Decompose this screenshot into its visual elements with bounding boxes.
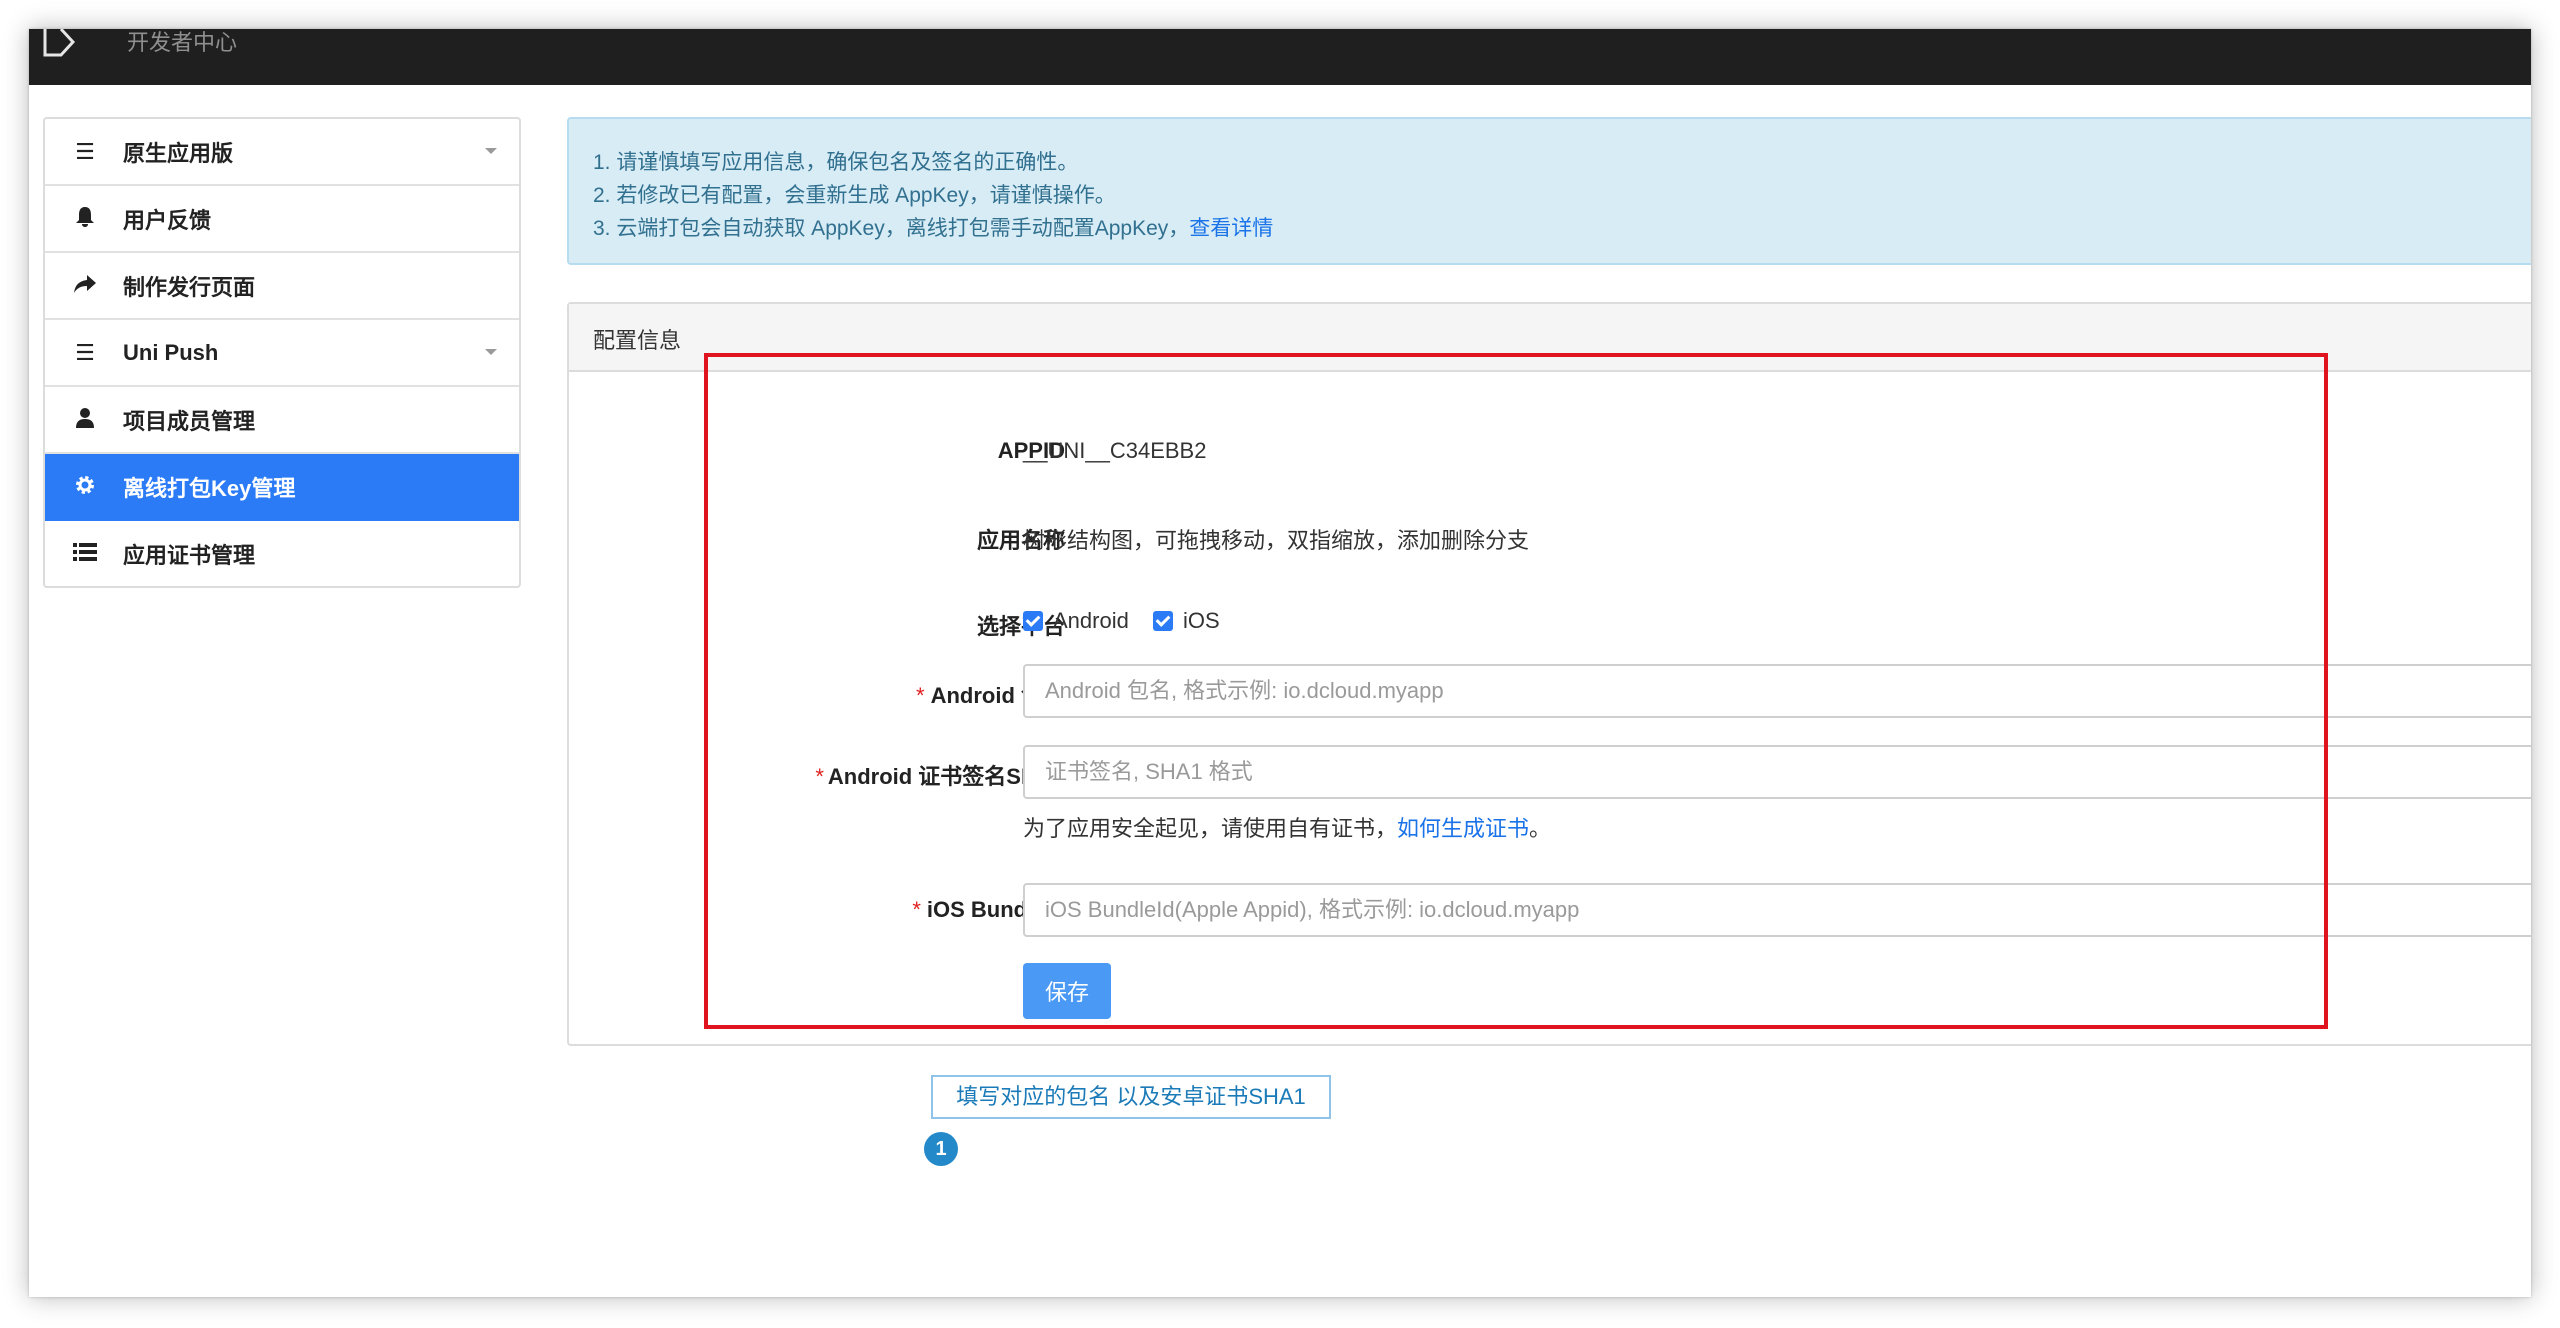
- alert-line: 1. 请谨慎填写应用信息，确保包名及签名的正确性。: [593, 151, 1079, 174]
- annotation-callout: 填写对应的包名 以及安卓证书SHA1: [931, 1075, 1331, 1119]
- sidebar-item-label: Uni Push: [123, 339, 219, 365]
- view-details-link[interactable]: 查看详情: [1189, 217, 1273, 240]
- certificate-list-icon: [65, 542, 105, 566]
- android-checkbox[interactable]: [1023, 611, 1043, 632]
- alert-line: 2. 若修改已有配置，会重新生成 AppKey，请谨慎操作。: [593, 184, 1116, 207]
- sidebar-item-feedback[interactable]: 用户反馈: [45, 186, 519, 253]
- panel-title: 配置信息: [569, 304, 2531, 372]
- app-name-value: 树形结构图，可拖拽移动，双指缩放，添加删除分支: [1023, 528, 1530, 553]
- info-alert: 1. 请谨慎填写应用信息，确保包名及签名的正确性。 2. 若修改已有配置，会重新…: [567, 117, 2531, 265]
- sidebar-item-native-app[interactable]: ☰ 原生应用版: [45, 119, 519, 186]
- required-mark: *: [815, 764, 824, 789]
- sha1-help: 为了应用安全起见，请使用自有证书，如何生成证书。: [1023, 811, 1551, 843]
- brand-title[interactable]: 开发者中心: [127, 29, 237, 57]
- required-mark: *: [916, 683, 925, 708]
- sha1-help-text: 为了应用安全起见，请使用自有证书，: [1023, 816, 1398, 841]
- caret-down-icon: [485, 349, 497, 355]
- logo-icon[interactable]: [43, 29, 75, 57]
- list-icon: ☰: [75, 339, 95, 365]
- save-button[interactable]: 保存: [1023, 963, 1111, 1019]
- top-navbar: 开发者中心: [29, 29, 2531, 85]
- sidebar-item-release-page[interactable]: 制作发行页面: [45, 253, 519, 320]
- sidebar-item-label: 原生应用版: [123, 140, 234, 166]
- sidebar-item-label: 离线打包Key管理: [123, 475, 296, 501]
- sidebar-item-offline-key[interactable]: 离线打包Key管理: [45, 454, 519, 521]
- config-panel: 配置信息 APPID __UNI__C34EBB2 应用名称 树形结构图，可拖拽…: [567, 302, 2531, 1046]
- sidebar-item-uni-push[interactable]: ☰ Uni Push: [45, 320, 519, 387]
- sidebar-item-label: 用户反馈: [123, 207, 212, 233]
- ios-checkbox[interactable]: [1152, 611, 1173, 632]
- android-checkbox-label[interactable]: Android: [1053, 608, 1129, 633]
- ios-checkbox-label[interactable]: iOS: [1183, 608, 1220, 633]
- gear-icon: [65, 474, 105, 500]
- platform-options: Android iOS: [1023, 607, 1238, 634]
- share-arrow-icon: [65, 274, 105, 298]
- alert-line: 3. 云端打包会自动获取 AppKey，离线打包需手动配置AppKey，: [593, 217, 1190, 240]
- step-marker: 1: [924, 1132, 958, 1166]
- sidebar-item-certificates[interactable]: 应用证书管理: [45, 521, 519, 586]
- alert-line-with-link: 3. 云端打包会自动获取 AppKey，离线打包需手动配置AppKey，查看详情: [593, 212, 2531, 245]
- sidebar-item-label: 制作发行页面: [123, 274, 256, 300]
- browser-window: 开发者中心 ☰ 原生应用版 用户反馈 制作发行页面 ☰ Uni Push 项目成…: [29, 29, 2531, 1297]
- android-package-input[interactable]: [1023, 664, 2531, 718]
- user-icon: [65, 407, 105, 433]
- bell-icon: [65, 206, 105, 232]
- list-icon: ☰: [75, 138, 95, 164]
- sidebar-item-label: 应用证书管理: [123, 542, 256, 568]
- sha1-input[interactable]: [1023, 745, 2531, 799]
- sidebar-item-members[interactable]: 项目成员管理: [45, 387, 519, 454]
- appid-value: __UNI__C34EBB2: [1023, 438, 1207, 463]
- ios-bundle-input[interactable]: [1023, 883, 2531, 937]
- sidebar-menu: ☰ 原生应用版 用户反馈 制作发行页面 ☰ Uni Push 项目成员管理 离线…: [43, 117, 521, 588]
- sidebar-item-label: 项目成员管理: [123, 408, 256, 434]
- caret-down-icon: [485, 148, 497, 154]
- required-mark: *: [912, 897, 921, 922]
- how-to-generate-certificate-link[interactable]: 如何生成证书: [1397, 816, 1529, 841]
- sha1-help-end: 。: [1529, 816, 1552, 841]
